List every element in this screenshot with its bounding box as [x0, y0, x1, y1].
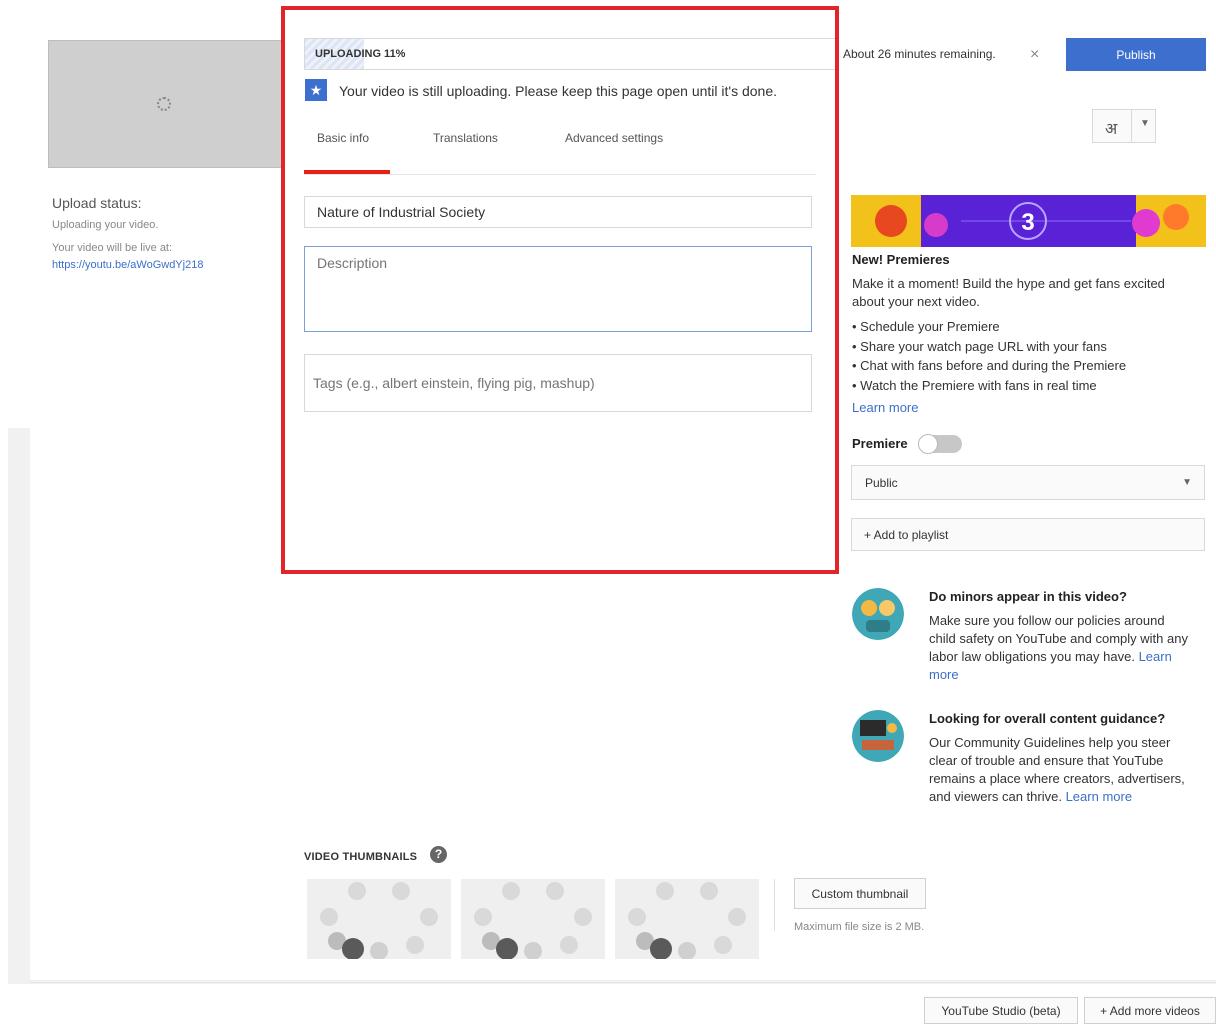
- list-item: Chat with fans before and during the Pre…: [852, 356, 1126, 376]
- highlight-box: [281, 6, 839, 574]
- youtube-studio-button[interactable]: YouTube Studio (beta): [924, 997, 1078, 1024]
- video-url-link[interactable]: https://youtu.be/aWoGwdYj218: [52, 259, 203, 271]
- chevron-down-icon: ▼: [1140, 118, 1150, 129]
- thumbnail-option[interactable]: [615, 879, 759, 960]
- chevron-down-icon: ▼: [1182, 477, 1192, 488]
- guidance-card-text: Our Community Guidelines help you steer …: [929, 735, 1185, 804]
- loading-placeholder-icon: [628, 882, 746, 960]
- upload-status-title: Upload status:: [52, 195, 142, 211]
- video-thumbnails-label: VIDEO THUMBNAILS: [304, 851, 418, 863]
- children-illustration-icon: [852, 588, 904, 640]
- guidelines-illustration-icon: [852, 710, 904, 762]
- add-to-playlist-button[interactable]: + Add to playlist: [851, 518, 1205, 551]
- list-item: Schedule your Premiere: [852, 317, 1126, 337]
- thumbnail-option[interactable]: [307, 879, 451, 960]
- hindi-language-icon: अ: [1105, 121, 1118, 138]
- guidance-learn-more-link[interactable]: Learn more: [1066, 789, 1132, 804]
- loading-placeholder-icon: [474, 882, 592, 960]
- language-divider: [1131, 110, 1132, 142]
- language-input-selector[interactable]: अ ▼: [1092, 109, 1156, 143]
- visibility-value: Public: [865, 476, 898, 490]
- thumbnail-option[interactable]: [461, 879, 605, 960]
- video-preview: [48, 40, 282, 168]
- loading-spinner-icon: [157, 97, 171, 111]
- list-item: Watch the Premiere with fans in real tim…: [852, 376, 1126, 396]
- premieres-learn-more-link[interactable]: Learn more: [852, 400, 918, 415]
- guidance-card-body: Our Community Guidelines help you steer …: [929, 734, 1195, 806]
- visibility-select[interactable]: Public ▼: [851, 465, 1205, 500]
- minors-card-body: Make sure you follow our policies around…: [929, 612, 1191, 684]
- publish-button[interactable]: Publish: [1066, 38, 1206, 71]
- premieres-description: Make it a moment! Build the hype and get…: [852, 276, 1165, 309]
- premieres-banner-image: 3: [851, 195, 1206, 247]
- minors-card-title: Do minors appear in this video?: [929, 589, 1127, 604]
- upload-status-text: Uploading your video.: [52, 219, 159, 231]
- premieres-title: New! Premieres: [852, 252, 950, 267]
- max-file-size-note: Maximum file size is 2 MB.: [794, 921, 925, 933]
- premiere-toggle-label: Premiere: [852, 436, 908, 451]
- premiere-toggle[interactable]: [918, 434, 962, 454]
- live-at-label: Your video will be live at:: [52, 242, 173, 254]
- help-icon[interactable]: ?: [430, 846, 447, 863]
- toggle-knob: [918, 434, 938, 454]
- thumbnail-divider: [774, 879, 775, 931]
- cancel-upload-close-icon[interactable]: ×: [1030, 46, 1039, 64]
- list-item: Share your watch page URL with your fans: [852, 337, 1126, 357]
- premieres-feature-list: Schedule your Premiere Share your watch …: [852, 317, 1126, 395]
- guidance-card-title: Looking for overall content guidance?: [929, 711, 1166, 726]
- loading-placeholder-icon: [320, 882, 438, 960]
- time-remaining: About 26 minutes remaining.: [843, 47, 996, 61]
- add-more-videos-button[interactable]: + Add more videos: [1084, 997, 1216, 1024]
- footer-divider: [30, 982, 1216, 983]
- custom-thumbnail-button[interactable]: Custom thumbnail: [794, 878, 926, 909]
- countdown-number: 3: [1021, 209, 1034, 236]
